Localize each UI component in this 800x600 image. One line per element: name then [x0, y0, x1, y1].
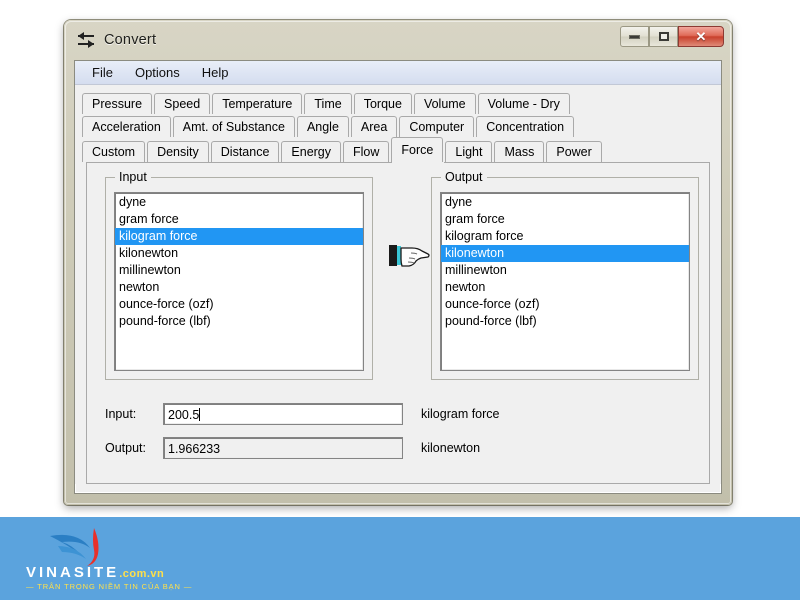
- vinasite-logo: VINASITE.com.vn — TRÂN TRỌNG NIỀM TIN CỦ…: [0, 524, 193, 594]
- convert-arrows-icon: [76, 31, 96, 49]
- input-unit-label: kilogram force: [421, 407, 500, 421]
- tab-computer[interactable]: Computer: [399, 116, 475, 137]
- window-client-area: File Options Help Pressure Speed Tempera…: [74, 60, 722, 494]
- input-group-title: Input: [115, 170, 151, 184]
- menu-item-options[interactable]: Options: [126, 63, 189, 82]
- pointing-hand-icon: [387, 239, 431, 273]
- tab-row-2: Acceleration Amt. of Substance Angle Are…: [79, 114, 717, 137]
- output-list-item-pound-force[interactable]: pound-force (lbf): [441, 313, 689, 330]
- tab-time[interactable]: Time: [304, 93, 352, 114]
- tab-distance[interactable]: Distance: [210, 141, 280, 162]
- tab-force[interactable]: Force: [391, 137, 444, 162]
- tab-density[interactable]: Density: [147, 141, 209, 162]
- input-value-text: 200.5: [168, 408, 200, 422]
- window-controls: ✕: [620, 26, 724, 47]
- tab-row-1: Pressure Speed Temperature Time Torque V…: [79, 91, 717, 114]
- input-list-item-dyne[interactable]: dyne: [115, 194, 363, 211]
- output-unit-label: kilonewton: [421, 441, 481, 455]
- output-group: Output dyne gram force kilogram force ki…: [431, 170, 699, 380]
- screen: Convert ✕ File Options Help Pressure Spe…: [0, 0, 800, 600]
- window-title: Convert: [104, 32, 157, 48]
- tab-volume-dry[interactable]: Volume - Dry: [477, 93, 570, 114]
- vinasite-banner: VINASITE.com.vn — TRÂN TRỌNG NIỀM TIN CỦ…: [0, 517, 800, 600]
- output-list-item-dyne[interactable]: dyne: [441, 194, 689, 211]
- output-list-item-kilonewton[interactable]: kilonewton: [441, 245, 689, 262]
- tab-temperature[interactable]: Temperature: [212, 93, 303, 114]
- minimize-button[interactable]: [620, 26, 649, 47]
- window-title-bar[interactable]: Convert ✕: [64, 20, 732, 60]
- output-group-title: Output: [441, 170, 487, 184]
- output-list-item-kilogram-force[interactable]: kilogram force: [441, 228, 689, 245]
- tab-speed[interactable]: Speed: [154, 93, 211, 114]
- output-listbox[interactable]: dyne gram force kilogram force kilonewto…: [440, 192, 690, 371]
- logo-tagline: — TRÂN TRỌNG NIỀM TIN CỦA BẠN —: [26, 581, 193, 591]
- tab-acceleration[interactable]: Acceleration: [82, 116, 171, 137]
- tab-pressure[interactable]: Pressure: [82, 93, 153, 114]
- tab-row-3: Custom Density Distance Energy Flow Forc…: [79, 137, 717, 162]
- output-list-item-newton[interactable]: newton: [441, 279, 689, 296]
- input-list-item-kilogram-force[interactable]: kilogram force: [115, 228, 363, 245]
- input-list-item-ounce-force[interactable]: ounce-force (ozf): [115, 296, 363, 313]
- input-list-item-gram-force[interactable]: gram force: [115, 211, 363, 228]
- output-field-row: Output: 1.966233 kilonewton: [105, 437, 480, 459]
- output-field-label: Output:: [105, 441, 146, 455]
- convert-window: Convert ✕ File Options Help Pressure Spe…: [64, 20, 732, 505]
- tab-panel-force: Input dyne gram force kilogram force kil…: [86, 162, 710, 484]
- input-listbox[interactable]: dyne gram force kilogram force kilonewto…: [114, 192, 364, 371]
- tab-flow[interactable]: Flow: [343, 141, 390, 162]
- tab-area[interactable]: Area: [350, 116, 398, 137]
- input-list-item-pound-force[interactable]: pound-force (lbf): [115, 313, 363, 330]
- tab-mass[interactable]: Mass: [494, 141, 545, 162]
- tab-torque[interactable]: Torque: [353, 93, 412, 114]
- tab-panel-seam: [392, 162, 445, 164]
- tab-angle[interactable]: Angle: [296, 116, 349, 137]
- input-field-row: Input: 200.5 kilogram force: [105, 403, 500, 425]
- logo-tld: .com.vn: [119, 567, 165, 580]
- input-value-field[interactable]: 200.5: [163, 403, 403, 425]
- menu-item-file[interactable]: File: [83, 63, 122, 82]
- maximize-icon: [658, 32, 669, 41]
- input-list-item-millinewton[interactable]: millinewton: [115, 262, 363, 279]
- input-field-label: Input:: [105, 407, 137, 421]
- tab-light[interactable]: Light: [445, 141, 493, 162]
- tab-concentration[interactable]: Concentration: [476, 116, 575, 137]
- close-button[interactable]: ✕: [678, 26, 724, 47]
- output-list-item-ounce-force[interactable]: ounce-force (ozf): [441, 296, 689, 313]
- output-list-item-gram-force[interactable]: gram force: [441, 211, 689, 228]
- input-list-item-kilonewton[interactable]: kilonewton: [115, 245, 363, 262]
- output-value-field: 1.966233: [163, 437, 403, 459]
- input-group: Input dyne gram force kilogram force kil…: [105, 170, 373, 380]
- tab-control: Pressure Speed Temperature Time Torque V…: [75, 85, 721, 484]
- input-list-item-newton[interactable]: newton: [115, 279, 363, 296]
- maximize-button[interactable]: [649, 26, 678, 47]
- text-caret: [199, 408, 201, 421]
- logo-name: VINASITE: [26, 563, 120, 581]
- tab-power[interactable]: Power: [546, 141, 602, 162]
- close-icon: ✕: [695, 28, 707, 44]
- tab-custom[interactable]: Custom: [82, 141, 146, 162]
- logo-wordmark: VINASITE.com.vn: [26, 564, 164, 581]
- menu-bar: File Options Help: [75, 61, 721, 85]
- tab-volume[interactable]: Volume: [413, 93, 476, 114]
- minimize-icon: [629, 34, 640, 39]
- tab-amt-of-substance[interactable]: Amt. of Substance: [172, 116, 295, 137]
- menu-item-help[interactable]: Help: [193, 63, 238, 82]
- output-list-item-millinewton[interactable]: millinewton: [441, 262, 689, 279]
- tab-energy[interactable]: Energy: [281, 141, 342, 162]
